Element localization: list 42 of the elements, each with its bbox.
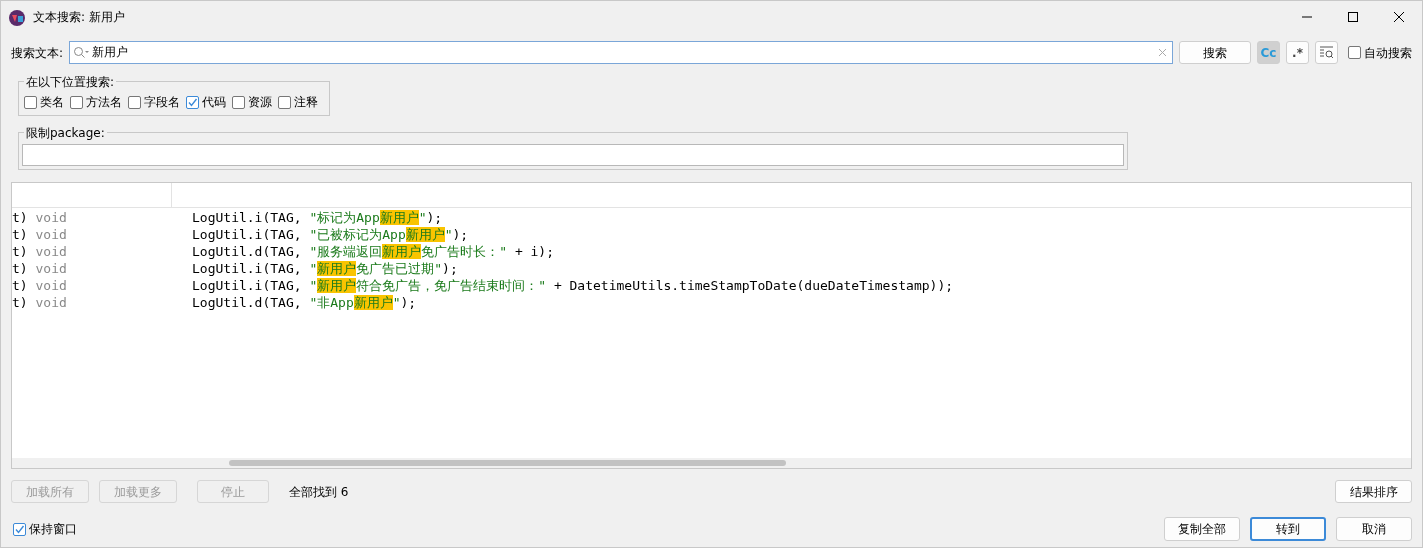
code-line: LogUtil.d(TAG, "非App新用户");: [192, 295, 417, 310]
checkbox[interactable]: [128, 95, 141, 109]
app-logo-icon: [9, 8, 25, 26]
go-to-button[interactable]: 转到: [1250, 517, 1326, 541]
regex-toggle[interactable]: .*: [1286, 41, 1309, 64]
checkbox-label: 方法名: [86, 94, 122, 111]
code-line: LogUtil.i(TAG, "已被标记为App新用户");: [192, 227, 469, 242]
checkbox-label: 自动搜索: [1364, 44, 1412, 62]
checkbox-label: 代码: [202, 94, 226, 111]
code-line: LogUtil.i(TAG, "标记为App新用户");: [192, 210, 443, 225]
checkbox[interactable]: [1348, 46, 1361, 59]
checkbox-label: 资源: [248, 94, 272, 111]
checkbox[interactable]: [186, 95, 199, 109]
checkbox[interactable]: [232, 95, 245, 109]
checkbox[interactable]: [24, 95, 37, 109]
checkbox[interactable]: [278, 95, 291, 109]
table-cell: t) void: [12, 261, 67, 276]
table-cell: t) void: [12, 295, 67, 310]
group-title: 在以下位置搜索:: [24, 73, 117, 91]
cancel-button[interactable]: 取消: [1336, 517, 1412, 541]
checkbox-label: 类名: [40, 94, 64, 111]
clear-icon[interactable]: [1158, 48, 1167, 57]
search-label: 搜索文本:: [11, 44, 64, 62]
sort-button[interactable]: 结果排序: [1335, 480, 1412, 503]
checkbox[interactable]: [70, 95, 83, 109]
table-cell: t) void: [12, 278, 67, 293]
search-field[interactable]: 新用户: [69, 41, 1173, 64]
package-field[interactable]: [22, 144, 1124, 166]
checkbox-label: 字段名: [144, 94, 180, 111]
search-icon[interactable]: [73, 46, 90, 59]
group-title: 限制package:: [24, 124, 107, 142]
copy-all-button[interactable]: 复制全部: [1164, 517, 1240, 541]
status-text: 全部找到 6: [289, 483, 349, 501]
search-button[interactable]: 搜索: [1179, 41, 1251, 64]
checkbox-label: 注释: [294, 94, 318, 111]
scrollbar-thumb[interactable]: [229, 460, 786, 466]
table-cell: t) void: [12, 210, 67, 225]
checkbox[interactable]: [13, 522, 26, 536]
table-cell: t) void: [12, 244, 67, 259]
table-cell: t) void: [12, 227, 67, 242]
window-title: 文本搜索: 新用户: [33, 9, 125, 26]
checkbox-label: 保持窗口: [29, 521, 77, 538]
